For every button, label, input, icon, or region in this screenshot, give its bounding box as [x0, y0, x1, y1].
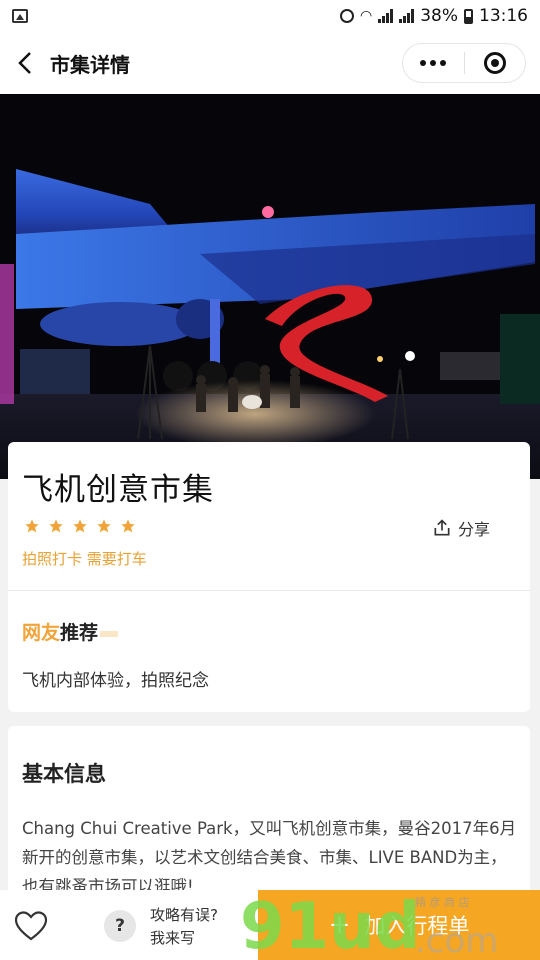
report-error-line2: 我来写	[150, 929, 196, 947]
close-miniprogram-button[interactable]	[465, 52, 526, 74]
recommend-heading-highlight: 网友	[22, 622, 61, 644]
star-icon	[97, 519, 111, 533]
add-to-itinerary-button[interactable]: + 加入行程单	[258, 890, 540, 960]
add-to-itinerary-label: 加入行程单	[364, 914, 470, 938]
clock: 13:16	[479, 6, 528, 26]
battery-icon	[464, 8, 473, 24]
recommend-heading-rest: 推荐	[60, 622, 99, 644]
basic-info-text: Chang Chui Creative Park，又叫飞机创意市集，曼谷2017…	[22, 819, 517, 896]
miniprogram-capsule	[402, 43, 526, 83]
airplane-night-market-photo	[0, 94, 540, 479]
star-icon	[73, 519, 87, 533]
recommend-text: 飞机内部体验，拍照纪念	[22, 671, 209, 691]
signal-icon	[378, 9, 394, 23]
basic-info-heading: 基本信息	[22, 762, 106, 786]
chevron-left-icon	[18, 52, 31, 74]
signal-icon-2	[399, 9, 415, 23]
more-button[interactable]	[403, 60, 464, 66]
plus-icon: +	[328, 910, 351, 940]
recommend-heading: 网友推荐	[22, 618, 119, 645]
share-button[interactable]: 分享	[432, 516, 490, 540]
alarm-icon	[339, 9, 354, 23]
battery-percent: 38%	[420, 6, 458, 26]
page-title: 市集详情	[50, 52, 130, 77]
help-question-icon[interactable]: ?	[104, 910, 136, 942]
star-icon	[49, 519, 63, 533]
basic-info-card: 基本信息 Chang Chui Creative Park，又叫飞机创意市集，曼…	[8, 726, 530, 896]
hero-photo[interactable]	[0, 94, 540, 479]
image-notification-icon	[12, 9, 28, 23]
navigation-bar: 市集详情	[0, 32, 540, 94]
more-dots-icon	[420, 60, 427, 66]
report-error-line1: 攻略有误?	[150, 906, 218, 924]
status-bar: ◠ 38% 13:16	[0, 0, 540, 32]
target-icon	[483, 52, 506, 74]
star-icon	[121, 519, 135, 533]
share-icon	[434, 519, 450, 536]
bottom-action-bar: ? 攻略有误? 我来写 + 加入行程单	[0, 890, 540, 960]
wifi-icon: ◠	[359, 8, 373, 24]
heading-underline-decoration	[100, 630, 119, 637]
place-title: 飞机创意市集	[22, 472, 214, 508]
place-summary-card: 飞机创意市集 拍照打卡 需要打车 分享 网友推荐 飞机内部体验，拍照纪念	[8, 442, 530, 712]
star-rating	[24, 518, 136, 534]
favorite-heart-icon[interactable]	[14, 910, 48, 942]
share-label: 分享	[457, 520, 490, 539]
card-divider	[8, 590, 530, 591]
report-error-link[interactable]: 攻略有误? 我来写	[150, 904, 218, 950]
place-tags: 拍照打卡 需要打车	[22, 550, 147, 568]
star-icon	[25, 519, 39, 533]
back-button[interactable]	[0, 32, 50, 94]
